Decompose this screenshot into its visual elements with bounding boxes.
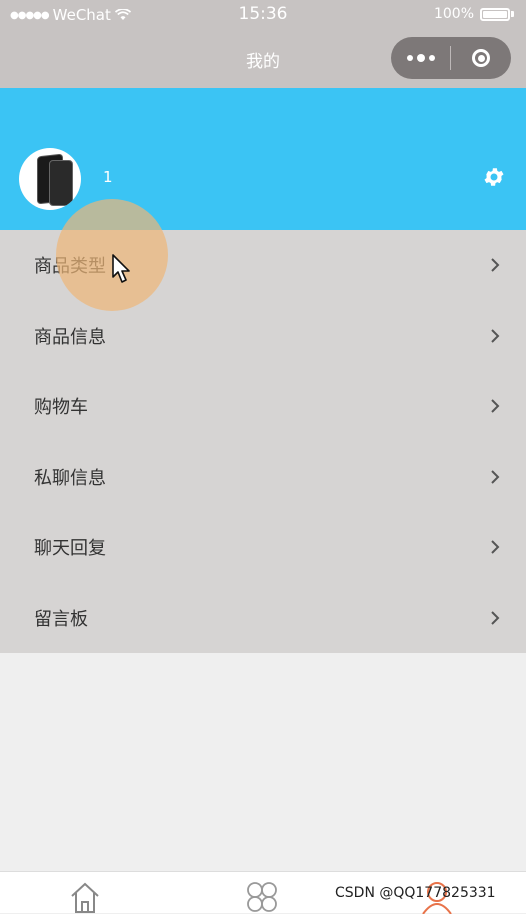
more-icon[interactable] xyxy=(391,37,450,79)
close-miniprogram-icon[interactable] xyxy=(451,37,511,79)
battery-percent: 100% xyxy=(433,6,474,22)
phone-image-back xyxy=(49,160,73,206)
status-bar: ●●●●● WeChat 15:36 100% xyxy=(0,0,526,30)
menu-list: 商品类型 商品信息 购物车 私聊信息 聊天回复 留言板 xyxy=(0,230,526,653)
gear-icon[interactable] xyxy=(482,165,506,189)
battery-icon xyxy=(480,7,510,21)
menu-item-label: 留言板 xyxy=(34,608,88,630)
chevron-right-icon xyxy=(491,469,500,484)
nav-bar: 我的 xyxy=(0,30,526,88)
menu-item-label: 商品类型 xyxy=(34,256,106,278)
menu-item-cart[interactable]: 购物车 xyxy=(0,371,526,442)
chevron-right-icon xyxy=(491,328,500,343)
menu-item-product-type[interactable]: 商品类型 xyxy=(0,230,526,301)
category-icon[interactable] xyxy=(245,880,279,914)
battery-area: 100% xyxy=(434,6,514,22)
watermark: CSDN @QQ177825331 xyxy=(335,885,496,901)
home-icon[interactable] xyxy=(68,880,102,914)
chevron-right-icon xyxy=(491,258,500,272)
menu-item-label: 私聊信息 xyxy=(34,467,106,489)
menu-item-chat-reply[interactable]: 聊天回复 xyxy=(0,512,526,583)
miniprogram-capsule xyxy=(391,37,511,79)
battery-tip xyxy=(511,11,514,17)
menu-item-label: 聊天回复 xyxy=(34,538,106,560)
chevron-right-icon xyxy=(491,540,500,554)
menu-item-label: 商品信息 xyxy=(34,326,106,348)
username: 1 xyxy=(103,168,113,186)
avatar[interactable] xyxy=(19,148,81,210)
profile-header: 1 xyxy=(0,88,526,230)
menu-item-private-messages[interactable]: 私聊信息 xyxy=(0,442,526,513)
chevron-right-icon xyxy=(491,610,500,625)
menu-item-label: 购物车 xyxy=(34,397,88,419)
menu-item-product-info[interactable]: 商品信息 xyxy=(0,301,526,372)
menu-item-message-board[interactable]: 留言板 xyxy=(0,583,526,654)
chevron-right-icon xyxy=(491,399,500,413)
